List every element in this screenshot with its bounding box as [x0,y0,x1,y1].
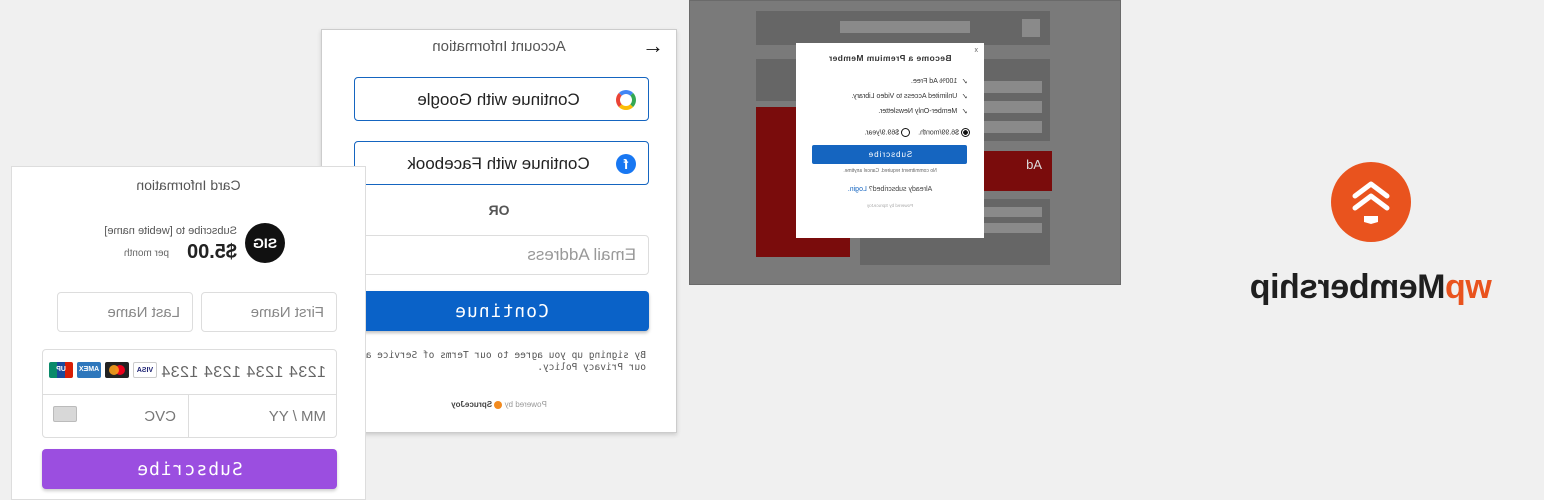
mastercard-icon [105,362,129,378]
ad-label: Ad [1026,157,1042,172]
price: $5.00 [186,241,237,263]
cvc-field[interactable]: CVC [144,408,176,425]
benefit-text: Unlimited Access to Video Library. [851,93,958,100]
benefit-item: ✓ 100% Ad Free. [806,77,968,86]
card-title: Card Information [136,177,241,193]
preview-header-square [1022,19,1040,37]
seller-logo: SIG [245,223,285,263]
modal-powered: Powered by SpruceJoy [866,203,914,208]
card-brands: VISA AMEX UP [49,362,157,378]
subscribe-to-text: Subscribe to [webite name] [104,225,237,237]
google-label: Continue with Google [417,90,580,109]
last-name-field[interactable] [57,292,193,332]
logo-wordmark: wpMembership [1241,268,1501,307]
powered-prefix: Powered by [504,400,547,409]
preview-header-bar [840,21,970,33]
banner-stage: wpMembership Ad x Become a Premium Membe… [0,0,1544,500]
email-field[interactable] [354,235,649,275]
card-divider [43,394,336,395]
plan-monthly[interactable]: $6.99/month. [918,128,970,137]
first-name-field[interactable] [201,292,337,332]
visa-icon: VISA [133,362,157,378]
house-logo-icon [1331,162,1411,242]
facebook-label: Continue with Facebook [407,154,590,173]
sprucejoy-logo-icon [494,400,503,409]
benefit-text: Member-Only Newsletter. [878,108,958,115]
logo-wp: wp [1445,268,1492,306]
seller-summary: SIG Subscribe to [webite name] $5.00 per… [85,223,285,267]
login-prompt: Already subscribed? [868,186,933,193]
plan-yearly[interactable]: $69.9/year. [864,128,911,137]
subscribe-button[interactable]: Subscribe [42,449,337,489]
continue-button[interactable]: Continue [354,291,649,331]
check-icon: ✓ [961,77,968,86]
logo-name: Membership [1250,268,1446,306]
card-details-box: 1234 1234 1234 1234 VISA AMEX UP MM / YY… [42,349,337,438]
amex-icon: AMEX [77,362,101,378]
continue-with-facebook-button[interactable]: f Continue with Facebook [354,141,649,185]
check-icon: ✓ [961,92,968,101]
benefit-item: ✓ Unlimited Access to Video Library. [806,92,968,101]
check-icon: ✓ [961,107,968,116]
benefit-text: 100% Ad Free. [910,78,958,85]
plan-yearly-label: $69.9/year. [864,129,900,137]
google-icon [616,90,636,110]
modal-login: Already subscribed? Login. [806,186,974,193]
continue-with-google-button[interactable]: Continue with Google [354,77,649,121]
modal-close-icon[interactable]: x [975,47,979,54]
terms-text: By signing up you agree to our Terms of … [354,350,646,373]
cvc-card-icon [53,406,77,422]
login-link[interactable]: Login. [848,186,867,193]
radio-selected-icon[interactable] [961,128,970,137]
radio-icon[interactable] [901,128,911,137]
account-information-panel: ← Account Information Continue with Goog… [321,29,677,433]
facebook-icon: f [616,154,636,174]
benefit-item: ✓ Member-Only Newsletter. [806,107,968,116]
powered-brand: SpruceJoy [451,400,493,409]
premium-modal: x Become a Premium Member ✓ 100% Ad Free.… [796,43,984,238]
modal-note: No commitment required. Cancel anytime. [843,168,937,174]
account-title: Account Information [432,38,566,55]
wpmembership-logo: wpMembership [1241,162,1501,312]
card-information-panel: Card Information SIG Subscribe to [webit… [11,166,366,500]
card-divider-vertical [188,394,189,438]
unionpay-icon: UP [49,362,73,378]
premium-preview-screenshot: Ad x Become a Premium Member ✓ 100% Ad Fr… [689,0,1121,285]
plan-options: $6.99/month. $69.9/year. [806,128,970,137]
or-divider: OR [488,202,510,218]
expiry-field[interactable]: MM / YY [269,408,326,425]
modal-subscribe-button[interactable]: Subscribe [812,145,968,164]
card-number-field[interactable]: 1234 1234 1234 1234 [161,364,326,382]
plan-monthly-label: $6.99/month. [918,129,959,137]
modal-title: Become a Premium Member [828,53,952,63]
price-period: per month [123,248,169,259]
powered-by: Powered by SpruceJoy [322,400,676,409]
